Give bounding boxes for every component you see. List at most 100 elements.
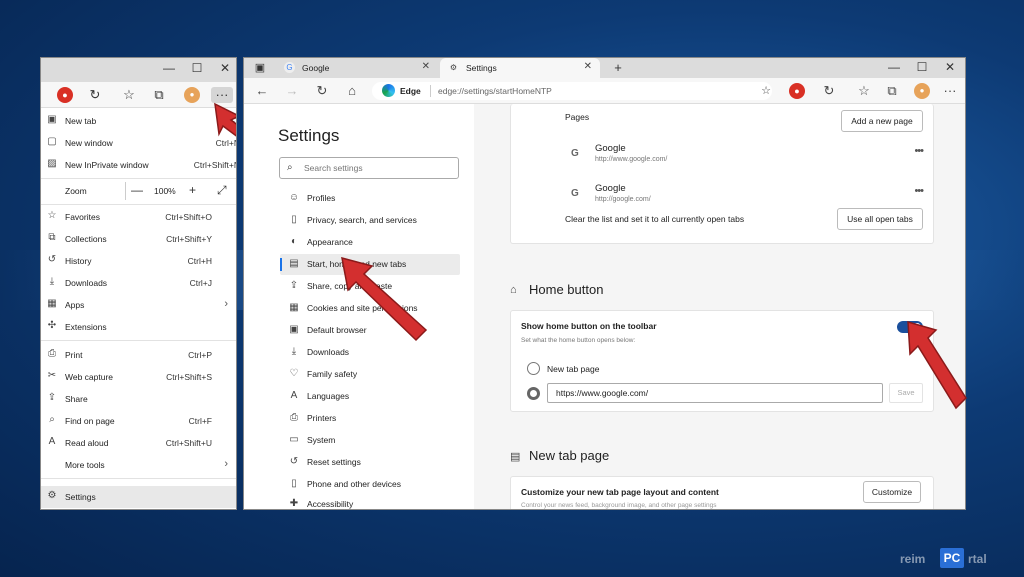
close-button[interactable]: ✕ — [215, 61, 235, 75]
home-icon[interactable]: ⌂ — [344, 83, 360, 99]
customize-button[interactable]: Customize — [863, 481, 921, 503]
search-input[interactable] — [304, 161, 454, 175]
menu-item-history[interactable]: ↺ History Ctrl+H — [41, 250, 236, 272]
menu-item-extensions[interactable]: ✣ Extensions — [41, 316, 236, 338]
customize-label: Customize your new tab page layout and c… — [521, 487, 719, 497]
menu-item-downloads[interactable]: ⤓ Downloads Ctrl+J — [41, 272, 236, 294]
home-url-input[interactable] — [547, 383, 883, 403]
menu-item-label: Favorites — [65, 212, 100, 222]
menu-item-print[interactable]: ⎙ Print Ctrl+P — [41, 344, 236, 366]
zoom-in-button[interactable]: + — [189, 183, 196, 197]
refresh-icon[interactable]: ↻ — [87, 87, 103, 103]
add-page-button[interactable]: Add a new page — [841, 110, 923, 132]
page-title-text: Google — [595, 183, 626, 194]
sidebar-item-profiles[interactable]: ☺ Profiles — [280, 188, 460, 209]
menu-item-label: Collections — [65, 234, 107, 244]
more-icon[interactable]: ••• — [914, 145, 924, 157]
close-icon[interactable]: ✕ — [422, 61, 430, 72]
sidebar-item-appearance[interactable]: ◐ Appearance — [280, 232, 460, 253]
radio-new-tab-page[interactable] — [527, 362, 540, 375]
new-tab-button[interactable]: + — [608, 60, 628, 75]
sidebar-item-downloads[interactable]: ⤓ Downloads — [280, 342, 460, 363]
menu-item-label: New window — [65, 138, 113, 148]
menu-item-label: Extensions — [65, 322, 107, 332]
forward-icon[interactable]: → — [284, 83, 300, 99]
favorites-icon[interactable]: ☆ — [856, 83, 872, 99]
fullscreen-button[interactable]: ⤢ — [217, 183, 227, 198]
menu-item-more-tools[interactable]: More tools › — [41, 454, 236, 476]
menu-item-settings[interactable]: ⚙ Settings — [41, 486, 236, 508]
sidebar-item-accessibility[interactable]: ✚ Accessibility — [280, 494, 460, 509]
clear-list-text: Clear the list and set it to all current… — [565, 214, 745, 224]
chevron-right-icon: › — [224, 458, 228, 470]
browser-menu-window: — ☐ ✕ ● ↻ ☆ ⧉ ● ··· ▣ New tab Ctrl+T ▢ N… — [40, 57, 237, 510]
star-icon: ☆ — [47, 210, 57, 221]
menu-item-read-aloud[interactable]: A Read aloud Ctrl+Shift+U — [41, 432, 236, 454]
search-settings[interactable]: ⌕ — [279, 157, 459, 179]
reset-icon: ↺ — [289, 456, 299, 467]
menu-item-web-capture[interactable]: ✂ Web capture Ctrl+Shift+S — [41, 366, 236, 388]
sidebar-item-printers[interactable]: ⎙ Printers — [280, 408, 460, 429]
tab-google[interactable]: G Google ✕ — [276, 58, 438, 78]
menu-item-label: Web capture — [65, 372, 114, 382]
use-open-tabs-button[interactable]: Use all open tabs — [837, 208, 923, 230]
menu-item-shortcut: Ctrl+Shift+U — [165, 438, 212, 448]
customize-sub: Control your news feed, background image… — [521, 502, 717, 509]
favorites-icon[interactable]: ☆ — [121, 87, 137, 103]
menu-item-favorites[interactable]: ☆ Favorites Ctrl+Shift+O — [41, 206, 236, 228]
collections-icon[interactable]: ⧉ — [151, 87, 167, 103]
close-button[interactable]: ✕ — [940, 60, 960, 74]
menu-item-collections[interactable]: ⧉ Collections Ctrl+Shift+Y — [41, 228, 236, 250]
sidebar-item-family-safety[interactable]: ♡ Family safety — [280, 364, 460, 385]
zoom-row: Zoom — 100% + ⤢ — [41, 180, 236, 202]
zoom-out-button[interactable]: — — [131, 183, 143, 197]
menu-item-label: Apps — [65, 300, 85, 310]
tab-settings[interactable]: ⚙ Settings ✕ — [440, 58, 600, 78]
sidebar-item-label: Accessibility — [307, 499, 354, 509]
more-icon[interactable]: ··· — [211, 87, 233, 103]
menu-item-new-inprivate-window[interactable]: ▨ New InPrivate window Ctrl+Shift+N — [41, 154, 236, 176]
home-toggle-sub: Set what the home button opens below: — [521, 337, 636, 344]
watermark-pc: PC — [940, 548, 964, 568]
menu-item-find-on-page[interactable]: ⌕ Find on page Ctrl+F — [41, 410, 236, 432]
refresh-icon[interactable]: ↻ — [314, 83, 330, 99]
menu-item-apps[interactable]: ▦ Apps › — [41, 294, 236, 316]
add-favorite-icon[interactable]: ☆ — [758, 83, 774, 99]
menu-item-share[interactable]: ⇪ Share — [41, 388, 236, 410]
close-icon[interactable]: ✕ — [584, 61, 592, 72]
back-icon[interactable]: ← — [254, 83, 270, 99]
maximize-button[interactable]: ☐ — [187, 61, 207, 75]
tab-actions-icon[interactable]: ▣ — [252, 60, 268, 76]
sidebar-item-phone-devices[interactable]: ▯ Phone and other devices — [280, 474, 460, 495]
new-tab-page-card: Customize your new tab page layout and c… — [510, 476, 934, 509]
sidebar-item-languages[interactable]: A Languages — [280, 386, 460, 407]
menu-item-new-tab[interactable]: ▣ New tab Ctrl+T — [41, 110, 236, 132]
collections-icon[interactable]: ⧉ — [884, 83, 900, 99]
menu-item-shortcut: Ctrl+P — [188, 350, 212, 360]
sidebar-item-label: System — [307, 435, 336, 445]
menu-divider — [41, 178, 236, 179]
sidebar-item-system[interactable]: ▭ System — [280, 430, 460, 451]
sidebar-item-privacy[interactable]: ▯ Privacy, search, and services — [280, 210, 460, 231]
gear-icon: ⚙ — [449, 63, 458, 72]
menu-item-shortcut: Ctrl+J — [189, 278, 212, 288]
menu-item-label: Share — [65, 394, 88, 404]
sidebar-item-reset[interactable]: ↺ Reset settings — [280, 452, 460, 473]
extension-icon[interactable]: ● — [789, 83, 805, 99]
radio-custom-url[interactable] — [527, 387, 540, 400]
annotation-arrow — [907, 320, 967, 410]
google-icon: G — [571, 188, 579, 199]
refresh-extension-icon[interactable]: ↻ — [821, 83, 837, 99]
more-icon[interactable]: ••• — [914, 185, 924, 197]
minimize-button[interactable]: — — [159, 61, 179, 75]
more-icon[interactable]: ··· — [942, 83, 958, 99]
menu-item-new-window[interactable]: ▢ New window Ctrl+N — [41, 132, 236, 154]
menu-divider — [41, 478, 236, 479]
address-bar[interactable]: Edge edge://settings/startHomeNTP — [372, 82, 772, 100]
minimize-button[interactable]: — — [884, 60, 904, 74]
profile-avatar[interactable]: ● — [184, 87, 200, 103]
extension-icon[interactable]: ● — [57, 87, 73, 103]
maximize-button[interactable]: ☐ — [912, 60, 932, 74]
annotation-arrow — [341, 256, 428, 342]
profile-avatar[interactable]: ● — [914, 83, 930, 99]
